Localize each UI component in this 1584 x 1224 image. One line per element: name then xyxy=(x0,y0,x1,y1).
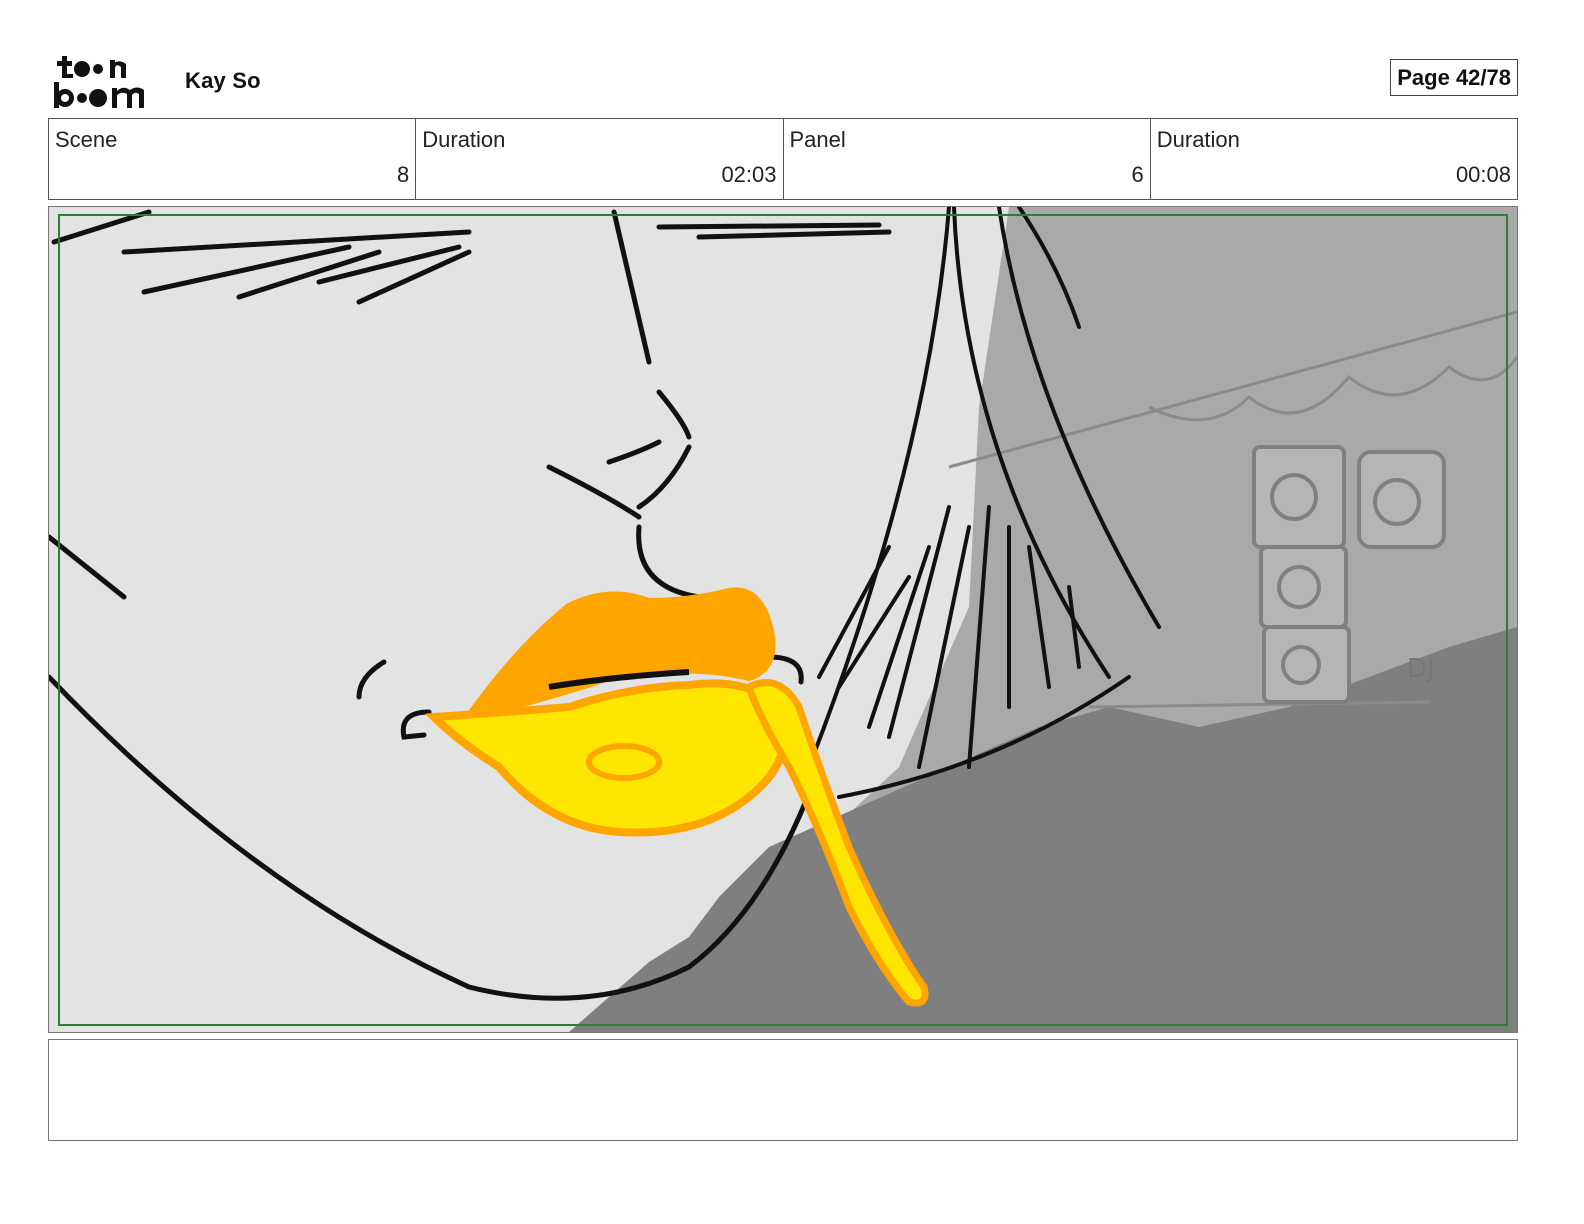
scene-cell: Scene 8 xyxy=(49,119,415,199)
scene-duration-label: Duration xyxy=(422,127,506,152)
dj-sign: DJ xyxy=(1407,654,1435,684)
scene-info-table: Scene 8 Duration 02:03 Panel 6 Duration … xyxy=(48,118,1518,200)
scene-label: Scene xyxy=(55,127,118,152)
panel-value: 6 xyxy=(1131,162,1144,187)
toon-boom-logo xyxy=(54,56,144,108)
author-name: Kay So xyxy=(185,68,261,93)
panel-duration-value: 00:08 xyxy=(1455,162,1511,187)
page-number: Page 42/78 xyxy=(1390,59,1518,96)
panel-label: Panel xyxy=(789,127,846,152)
panel-duration-cell: Duration 00:08 xyxy=(1149,119,1517,199)
scene-duration-cell: Duration 02:03 xyxy=(415,119,782,199)
panel-drawing: DJ xyxy=(49,207,1517,1032)
panel-notes xyxy=(48,1039,1518,1141)
storyboard-panel: DJ xyxy=(48,206,1518,1033)
scene-value: 8 xyxy=(397,162,410,187)
panel-cell: Panel 6 xyxy=(782,119,1150,199)
scene-duration-value: 02:03 xyxy=(721,162,777,187)
page-header: Kay So Page 42/78 xyxy=(48,48,1518,114)
panel-duration-label: Duration xyxy=(1156,127,1240,152)
